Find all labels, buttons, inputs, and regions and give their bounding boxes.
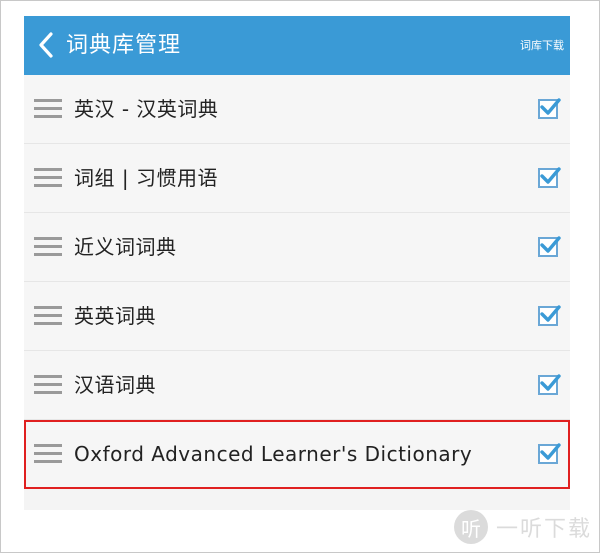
dictionary-checkbox[interactable] <box>538 167 561 188</box>
back-button[interactable] <box>34 28 58 62</box>
checkmark-icon <box>540 236 561 253</box>
dictionary-list: 英汉 - 汉英词典 词组 | 习惯用语 近义词词典 英英词典 汉语词典 Oxfo… <box>24 75 570 489</box>
list-item-dictionary-oxford[interactable]: Oxford Advanced Learner's Dictionary <box>24 420 570 489</box>
checkmark-icon <box>540 98 561 115</box>
dictionary-checkbox[interactable] <box>538 236 561 257</box>
chevron-left-icon <box>39 32 53 58</box>
header-bar: 词典库管理 词库下载 <box>24 16 570 75</box>
dictionary-checkbox[interactable] <box>538 98 561 119</box>
dictionary-label: 词组 | 习惯用语 <box>74 166 218 190</box>
checkmark-icon <box>540 167 561 184</box>
list-item-dictionary-1[interactable]: 英汉 - 汉英词典 <box>24 75 570 144</box>
dictionary-checkbox[interactable] <box>538 305 561 326</box>
list-item-dictionary-2[interactable]: 词组 | 习惯用语 <box>24 144 570 213</box>
watermark-text: 一听下载 <box>495 517 592 542</box>
drag-handle-icon[interactable] <box>34 444 62 464</box>
dictionary-label: 汉语词典 <box>74 373 156 397</box>
checkmark-icon <box>540 305 561 322</box>
dictionary-label: 英英词典 <box>74 304 156 328</box>
checkmark-icon <box>540 374 561 391</box>
drag-handle-icon[interactable] <box>34 237 62 257</box>
list-item-dictionary-3[interactable]: 近义词词典 <box>24 213 570 282</box>
dictionary-label: Oxford Advanced Learner's Dictionary <box>74 442 473 466</box>
page-title: 词典库管理 <box>66 33 182 58</box>
list-item-dictionary-5[interactable]: 汉语词典 <box>24 351 570 420</box>
drag-handle-icon[interactable] <box>34 375 62 395</box>
dictionary-label: 近义词词典 <box>74 235 177 259</box>
dictionary-checkbox[interactable] <box>538 443 561 464</box>
drag-handle-icon[interactable] <box>34 168 62 188</box>
watermark-logo-icon: 听 <box>453 510 488 544</box>
list-item-dictionary-4[interactable]: 英英词典 <box>24 282 570 351</box>
dictionary-download-button[interactable]: 词库下载 <box>520 16 564 75</box>
app-screen: 词典库管理 词库下载 英汉 - 汉英词典 词组 | 习惯用语 近义词词典 英英词… <box>24 16 570 510</box>
drag-handle-icon[interactable] <box>34 99 62 119</box>
dictionary-checkbox[interactable] <box>538 374 561 395</box>
drag-handle-icon[interactable] <box>34 306 62 326</box>
watermark: 听 一听下载 <box>453 507 592 547</box>
checkmark-icon <box>540 443 561 460</box>
dictionary-label: 英汉 - 汉英词典 <box>74 97 219 121</box>
